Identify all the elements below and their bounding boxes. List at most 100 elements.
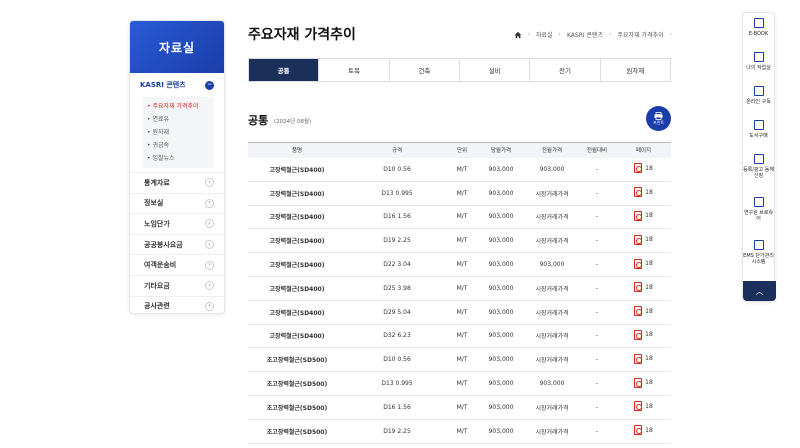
col-header: 품명: [248, 142, 346, 158]
quick-brochure[interactable]: 연구원 브로슈어: [743, 192, 774, 235]
page-link-cell[interactable]: 18: [616, 419, 671, 444]
pdf-icon: [634, 377, 643, 388]
page-link-cell[interactable]: 18: [616, 205, 671, 230]
table-cell: 903,000: [476, 157, 526, 182]
tab-common[interactable]: 공통: [249, 59, 319, 81]
sidebar-sub-item[interactable]: • 원자재: [147, 126, 214, 139]
table-cell: M/T: [448, 324, 476, 349]
breadcrumb-item[interactable]: 주요자재 가격추이: [618, 30, 664, 39]
sidebar-item-label: 여객운송비: [144, 261, 177, 270]
expand-icon[interactable]: ›: [205, 198, 214, 208]
table-cell: 시장거래가격: [526, 276, 578, 301]
page-link-cell[interactable]: 18: [616, 395, 671, 420]
sidebar-item[interactable]: 기타요금 ›: [130, 274, 224, 296]
tab-electric[interactable]: 전기: [529, 59, 599, 81]
book-order-icon: [753, 120, 764, 130]
quick-ebook[interactable]: E-BOOK: [743, 13, 774, 47]
table-cell: M/T: [448, 157, 476, 182]
table-cell: D19 2.25: [346, 419, 448, 444]
pdf-link[interactable]: 18: [634, 401, 653, 412]
sidebar-sub-item[interactable]: • 입찰뉴스: [147, 152, 214, 165]
pdf-link[interactable]: 18: [634, 353, 653, 364]
sidebar-item[interactable]: 여객운송비 ›: [130, 254, 224, 275]
scroll-top-button[interactable]: ︿: [743, 281, 776, 301]
pdf-link[interactable]: 18: [634, 187, 653, 198]
table-cell: 903,000: [526, 157, 578, 182]
quick-my-workroom[interactable]: 나의 작업실: [743, 47, 774, 81]
page-link-cell[interactable]: 18: [616, 347, 671, 373]
pdf-link[interactable]: 18: [634, 258, 653, 269]
table-row: 초고장력철근(SD500) D10 0.56 M/T 903,000 시장거래가격 - 18: [248, 347, 671, 373]
sidebar-item[interactable]: 노임단가 ›: [130, 213, 224, 234]
sidebar-sub-item[interactable]: • 주요자재 가격추이: [147, 100, 214, 113]
table-cell: 903,000: [526, 252, 578, 277]
sidebar-section-kasri[interactable]: KASRI 콘텐츠 −: [130, 75, 224, 95]
table-cell: 시장거래가격: [526, 228, 578, 254]
quick-ems[interactable]: EMS 단가관리 시스템: [743, 235, 774, 278]
pdf-link[interactable]: 18: [634, 210, 653, 221]
section-date: (2024년 08월): [274, 119, 312, 125]
sidebar-sub-item[interactable]: • 귀금속: [147, 139, 214, 152]
pdf-icon: [634, 234, 643, 245]
table-cell: 고장력철근(SD400): [248, 276, 346, 301]
tab-raw-material[interactable]: 원자재: [599, 59, 670, 81]
expand-icon[interactable]: ›: [205, 240, 214, 250]
page-link-cell[interactable]: 18: [616, 157, 671, 182]
print-button[interactable]: 프린트: [646, 106, 671, 131]
breadcrumb-item[interactable]: 자료실: [536, 30, 553, 39]
page-link-cell[interactable]: 18: [616, 300, 671, 325]
sidebar-item[interactable]: 공사관련 ›: [130, 295, 224, 313]
chevron-up-icon: ︿: [755, 286, 764, 296]
collapse-icon[interactable]: −: [205, 80, 214, 90]
expand-icon[interactable]: ›: [205, 301, 214, 311]
tab-equipment[interactable]: 설비: [458, 59, 529, 81]
table-row: 고장력철근(SD400) D25 3.98 M/T 903,000 시장거래가격 - 18: [248, 276, 671, 301]
table-cell: 시장거래가격: [526, 181, 578, 206]
page-link-cell[interactable]: 18: [616, 324, 671, 349]
col-header: 단위: [448, 142, 476, 158]
page-link-cell[interactable]: 18: [616, 252, 671, 277]
tab-architecture[interactable]: 건축: [388, 59, 459, 81]
table-cell: -: [578, 395, 616, 420]
table-cell: -: [578, 228, 616, 254]
expand-icon[interactable]: ›: [205, 178, 214, 188]
quick-label: 도서구매: [749, 133, 768, 139]
sidebar-item[interactable]: 공공봉사요금 ›: [130, 233, 224, 255]
breadcrumb-item[interactable]: KASRI 콘텐츠: [567, 30, 603, 39]
page-number: 18: [645, 426, 653, 434]
table-cell: 초고장력철근(SD500): [248, 347, 346, 373]
home-icon[interactable]: [514, 31, 522, 39]
expand-icon[interactable]: ›: [205, 219, 214, 229]
printer-icon: [654, 111, 663, 120]
quick-label: E-BOOK: [748, 31, 769, 37]
table-row: 고장력철근(SD400) D22 3.04 M/T 903,000 903,000-18: [248, 252, 671, 277]
sidebar-item[interactable]: 정보실 ›: [130, 192, 224, 214]
pdf-link[interactable]: 18: [634, 329, 653, 340]
pdf-link[interactable]: 18: [634, 282, 653, 293]
tab-civil[interactable]: 토목: [318, 59, 388, 81]
table-cell: 시장거래가격: [526, 419, 578, 444]
quick-book-order[interactable]: 도서구매: [743, 115, 774, 149]
pdf-link[interactable]: 18: [634, 163, 653, 174]
page-link-cell[interactable]: 18: [616, 181, 671, 206]
pdf-link[interactable]: 18: [634, 306, 653, 317]
quick-register[interactable]: 등록/광고 동해신청: [743, 149, 774, 192]
pdf-link[interactable]: 18: [634, 234, 653, 245]
table-cell: -: [578, 324, 616, 349]
page-link-cell[interactable]: 18: [616, 276, 671, 301]
expand-icon[interactable]: ›: [205, 281, 214, 291]
expand-icon[interactable]: ›: [205, 260, 214, 270]
pdf-link[interactable]: 18: [634, 425, 653, 436]
pdf-icon: [634, 306, 643, 317]
breadcrumb: › 자료실 › KASRI 콘텐츠 › 주요자재 가격추이 ›: [514, 30, 672, 39]
page-link-cell[interactable]: 18: [616, 371, 671, 396]
sidebar-sub-item[interactable]: • 연료유: [147, 113, 214, 126]
table-cell: D16 1.56: [346, 395, 448, 420]
quick-menu: E-BOOK 나의 작업실 온라인 구독 도서구매 등록/광고 동해신청 연구원…: [742, 12, 776, 302]
sidebar-item[interactable]: 통계자료 ›: [130, 172, 224, 193]
page-link-cell[interactable]: 18: [616, 228, 671, 254]
page-number: 18: [645, 283, 653, 291]
quick-online-subscribe[interactable]: 온라인 구독: [743, 81, 774, 115]
quick-label: 연구원 브로슈어: [743, 210, 774, 222]
pdf-link[interactable]: 18: [634, 377, 653, 388]
